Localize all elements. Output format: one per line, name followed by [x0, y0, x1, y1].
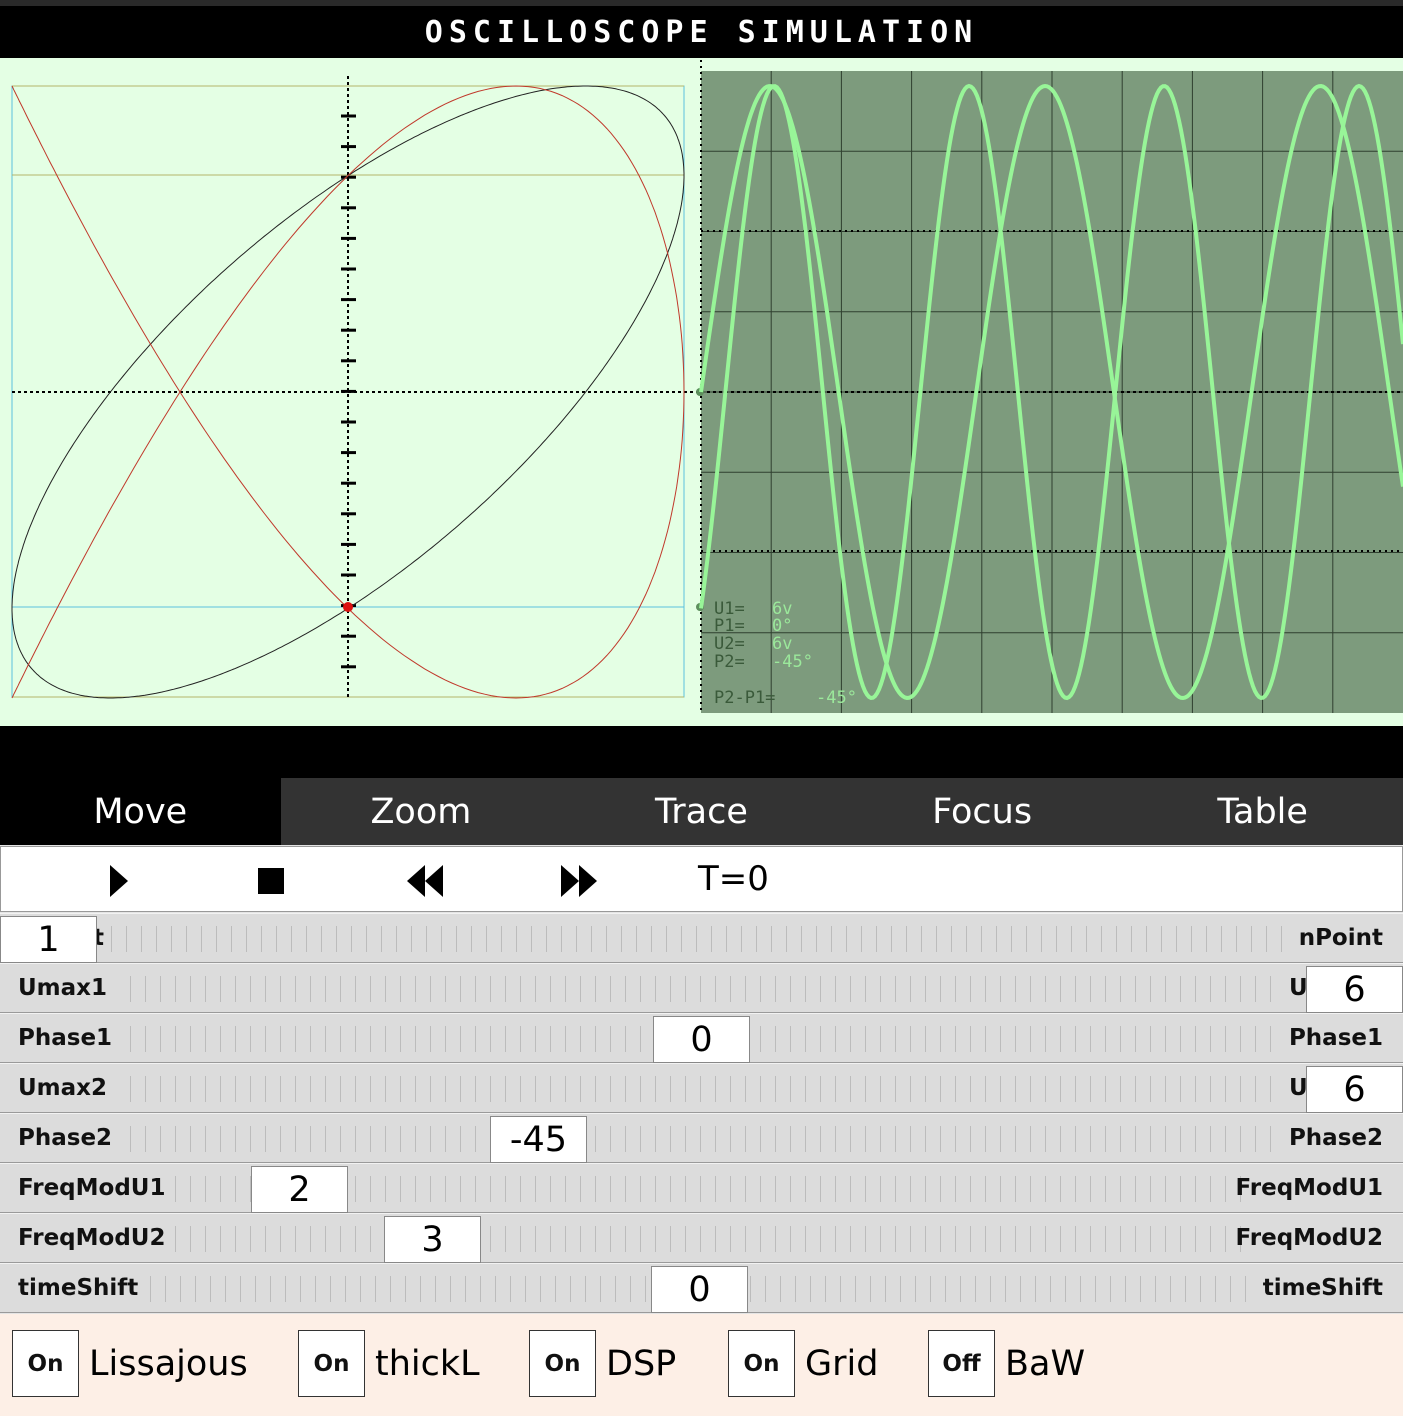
toggle-baw: Off BaW [928, 1330, 1085, 1397]
readout-p1-label: P1= [714, 616, 745, 636]
tab-table[interactable]: Table [1122, 778, 1403, 845]
slider-row-phase1: Phase1 Phase1 0 [0, 1013, 1403, 1063]
player-controls: T=0 [0, 846, 1403, 912]
baw-toggle-label: BaW [1005, 1343, 1086, 1384]
timeshift-left-label: timeShift [18, 1275, 139, 1301]
slider-row-timeshift: timeShift timeShift 0 [0, 1263, 1403, 1313]
grid-toggle-button[interactable]: On [728, 1330, 795, 1397]
stop-icon [258, 868, 284, 894]
rewind-icon [407, 865, 443, 897]
oscilloscope-display: U1= 6v P1= 0° U2= 6v P2= -45° P2-P1= -45… [11, 60, 1403, 713]
toggle-bar: On Lissajous On thickL On DSP On Grid Of… [0, 1314, 1403, 1416]
thickl-toggle-label: thickL [375, 1343, 480, 1384]
freqmodu1-right-label: FreqModU1 [1235, 1175, 1383, 1201]
scope-screen: U1= 6v P1= 0° U2= 6v P2= -45° P2-P1= -45… [696, 60, 1403, 713]
umax2-slider-thumb[interactable]: 6 [1306, 1066, 1403, 1113]
readout-u2-label: U2= [714, 634, 745, 654]
freqmodu2-slider-thumb[interactable]: 3 [384, 1216, 481, 1263]
dsp-toggle-button[interactable]: On [529, 1330, 596, 1397]
timeshift-slider-thumb[interactable]: 0 [651, 1266, 748, 1313]
toggle-thickl: On thickL [298, 1330, 480, 1397]
freqmodu2-left-label: FreqModU2 [18, 1225, 166, 1251]
baw-toggle-button[interactable]: Off [928, 1330, 995, 1397]
display-area: U1= 6v P1= 0° U2= 6v P2= -45° P2-P1= -45… [0, 58, 1403, 726]
slider-row-umax1: Umax1 U 6 [0, 963, 1403, 1013]
fast-forward-button[interactable] [559, 861, 599, 901]
slider-track-umax2[interactable] [130, 1076, 1283, 1102]
phase1-left-label: Phase1 [18, 1025, 113, 1051]
tab-focus[interactable]: Focus [842, 778, 1123, 845]
toggle-grid: On Grid [728, 1330, 878, 1397]
slider-track-npoint[interactable] [96, 926, 1288, 952]
play-button[interactable] [97, 861, 137, 901]
mode-tabs: Move Zoom Trace Focus Table [0, 778, 1403, 845]
dsp-toggle-label: DSP [606, 1343, 677, 1384]
toggle-lissajous: On Lissajous [12, 1330, 248, 1397]
npoint-right-label: nPoint [1298, 925, 1383, 951]
rewind-button[interactable] [405, 861, 445, 901]
phase2-slider-thumb[interactable]: -45 [490, 1116, 587, 1163]
phase1-slider-thumb[interactable]: 0 [653, 1016, 750, 1063]
lissajous-cursor-dot [343, 602, 353, 612]
phase2-left-label: Phase2 [18, 1125, 113, 1151]
readout-u2-value: 6v [772, 634, 792, 654]
slider-row-freqmodu1: FreqModU1 FreqModU1 2 [0, 1163, 1403, 1213]
app-title: OSCILLOSCOPE SIMULATION [424, 14, 979, 50]
lissajous-panel [11, 76, 700, 699]
freqmodu2-right-label: FreqModU2 [1235, 1225, 1383, 1251]
umax1-slider-thumb[interactable]: 6 [1306, 966, 1403, 1013]
umax1-clipped-label: U [1289, 975, 1308, 1001]
thickl-toggle-button[interactable]: On [298, 1330, 365, 1397]
stop-button[interactable] [251, 861, 291, 901]
slider-row-freqmodu2: FreqModU2 FreqModU2 3 [0, 1213, 1403, 1263]
fast-forward-icon [561, 865, 597, 897]
toggle-dsp: On DSP [529, 1330, 676, 1397]
slider-row-npoint: t nPoint 1 [0, 913, 1403, 963]
play-icon [110, 865, 128, 897]
slider-track-phase2[interactable] [130, 1126, 1283, 1152]
freqmodu1-slider-thumb[interactable]: 2 [251, 1166, 348, 1213]
grid-toggle-label: Grid [805, 1343, 879, 1384]
display-bottom-band [0, 726, 1403, 778]
tab-move[interactable]: Move [0, 778, 281, 845]
umax1-left-label: Umax1 [18, 975, 108, 1001]
tab-trace[interactable]: Trace [561, 778, 842, 845]
npoint-slider-thumb[interactable]: 1 [0, 916, 97, 963]
umax2-clipped-label: U [1289, 1075, 1308, 1101]
slider-row-phase2: Phase2 Phase2 -45 [0, 1113, 1403, 1163]
lissajous-toggle-label: Lissajous [89, 1343, 248, 1384]
readout-diff-value: -45° [816, 688, 857, 708]
readout-diff-label: P2-P1= [714, 688, 775, 708]
readout-p1-value: 0° [772, 616, 792, 636]
lissajous-toggle-button[interactable]: On [12, 1330, 79, 1397]
phase2-right-label: Phase2 [1288, 1125, 1383, 1151]
freqmodu1-left-label: FreqModU1 [18, 1175, 166, 1201]
slider-row-umax2: Umax2 U 6 [0, 1063, 1403, 1113]
umax2-left-label: Umax2 [18, 1075, 108, 1101]
slider-track-umax1[interactable] [130, 976, 1283, 1002]
readout-p2-value: -45° [772, 652, 813, 672]
title-bar: OSCILLOSCOPE SIMULATION [0, 0, 1403, 58]
time-display: T=0 [698, 859, 769, 899]
slider-track-freqmodu2[interactable] [175, 1226, 1243, 1252]
readout-p2-label: P2= [714, 652, 745, 672]
timeshift-right-label: timeShift [1262, 1275, 1383, 1301]
tab-zoom[interactable]: Zoom [281, 778, 562, 845]
phase1-right-label: Phase1 [1288, 1025, 1383, 1051]
